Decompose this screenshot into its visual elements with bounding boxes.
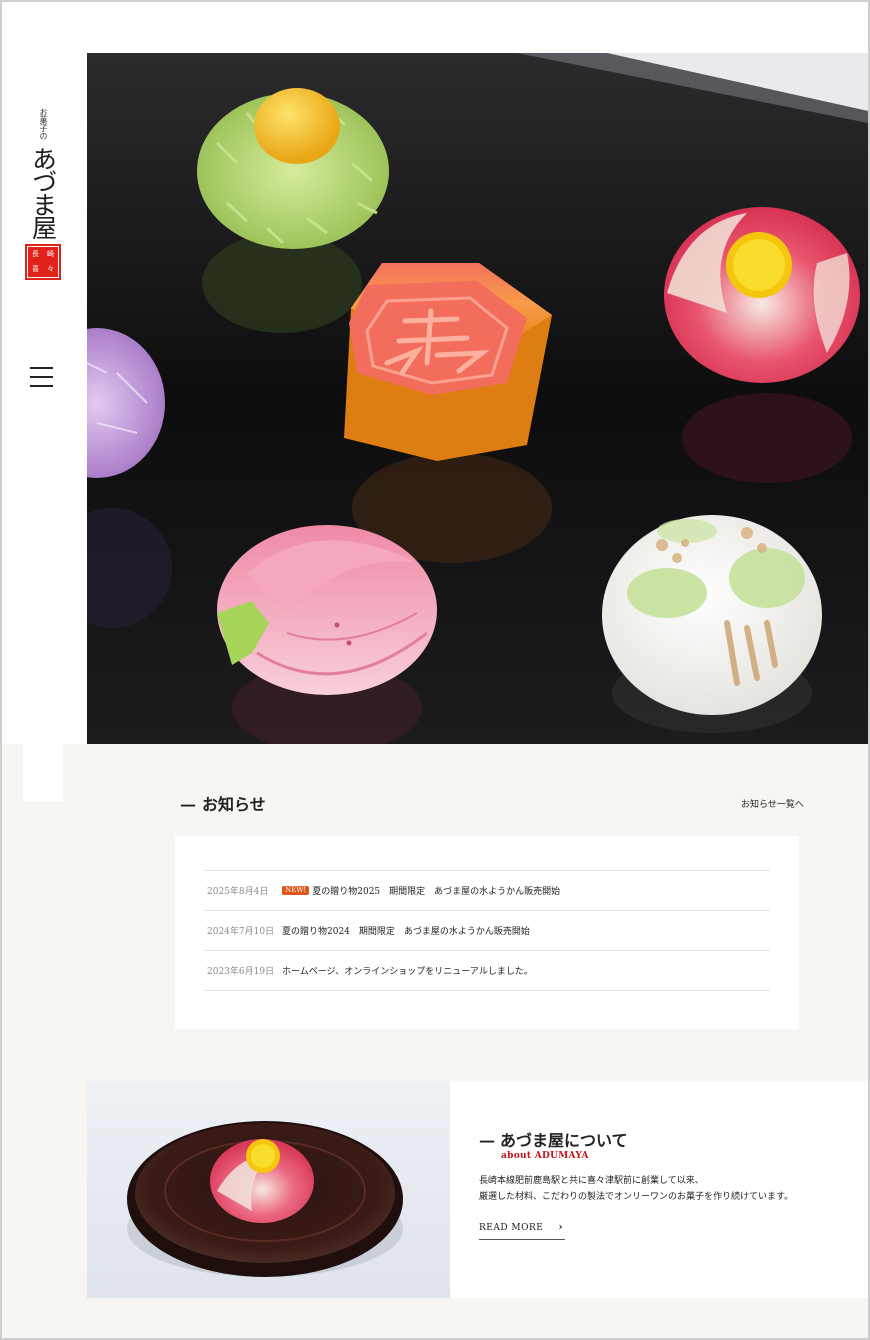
new-badge: NEW!	[282, 885, 310, 896]
read-more-label: READ MORE	[479, 1222, 544, 1233]
news-item[interactable]: 2025年8月4日 NEW! 夏の贈り物2025 期間限定 あづま屋の水ようかん…	[204, 871, 770, 911]
news-heading: — お知らせ	[180, 791, 266, 815]
news-date: 2024年7月10日	[207, 927, 275, 937]
about-description: 長崎本線肥前鹿島駅と共に喜々津駅前に創業して以来、 厳選した材料、こだわりの製法…	[479, 1173, 859, 1205]
site-logo[interactable]: お菓子の あづま屋 長 崎 喜 々	[18, 108, 68, 280]
hero-image	[87, 53, 868, 744]
news-title[interactable]: ホームページ、オンラインショップをリニューアルしました。	[282, 964, 533, 977]
news-date: 2025年8月4日	[207, 887, 269, 897]
news-date: 2023年6月19日	[207, 967, 275, 977]
side-tab	[23, 744, 63, 801]
about-heading: — あづま屋について	[479, 1127, 628, 1151]
news-item[interactable]: 2023年6月19日 ホームページ、オンラインショップをリニューアルしました。	[204, 951, 770, 991]
logo-subtitle: お菓子の	[39, 108, 48, 140]
heading-dash: —	[180, 795, 196, 814]
read-more-button[interactable]: READ MORE ›	[479, 1216, 565, 1240]
about-image	[87, 1081, 450, 1298]
news-heading-text: お知らせ	[202, 795, 266, 814]
news-list-link[interactable]: お知らせ一覧へ	[741, 797, 804, 810]
about-text-line: 厳選した材料、こだわりの製法でオンリーワンのお菓子を作り続けています。	[479, 1192, 794, 1202]
news-title[interactable]: 夏の贈り物2024 期間限定 あづま屋の水ようかん販売開始	[282, 924, 530, 937]
hamburger-menu-icon[interactable]	[30, 366, 54, 388]
news-panel: 2025年8月4日 NEW! 夏の贈り物2025 期間限定 あづま屋の水ようかん…	[175, 836, 799, 1029]
about-text-line: 長崎本線肥前鹿島駅と共に喜々津駅前に創業して以来、	[479, 1176, 704, 1186]
about-heading-text: あづま屋について	[500, 1131, 628, 1150]
news-list: 2025年8月4日 NEW! 夏の贈り物2025 期間限定 あづま屋の水ようかん…	[204, 870, 770, 991]
news-item[interactable]: 2024年7月10日 夏の贈り物2024 期間限定 あづま屋の水ようかん販売開始	[204, 911, 770, 951]
about-subheading: about ADUMAYA	[501, 1151, 589, 1161]
logo-name: あづま屋	[28, 146, 58, 238]
news-title[interactable]: 夏の贈り物2025 期間限定 あづま屋の水ようかん販売開始	[312, 884, 560, 897]
logo-seal-icon: 長 崎 喜 々	[25, 244, 61, 280]
about-panel: — あづま屋について about ADUMAYA 長崎本線肥前鹿島駅と共に喜々津駅…	[450, 1081, 868, 1298]
heading-dash: —	[479, 1131, 495, 1150]
chevron-right-icon: ›	[558, 1222, 563, 1233]
